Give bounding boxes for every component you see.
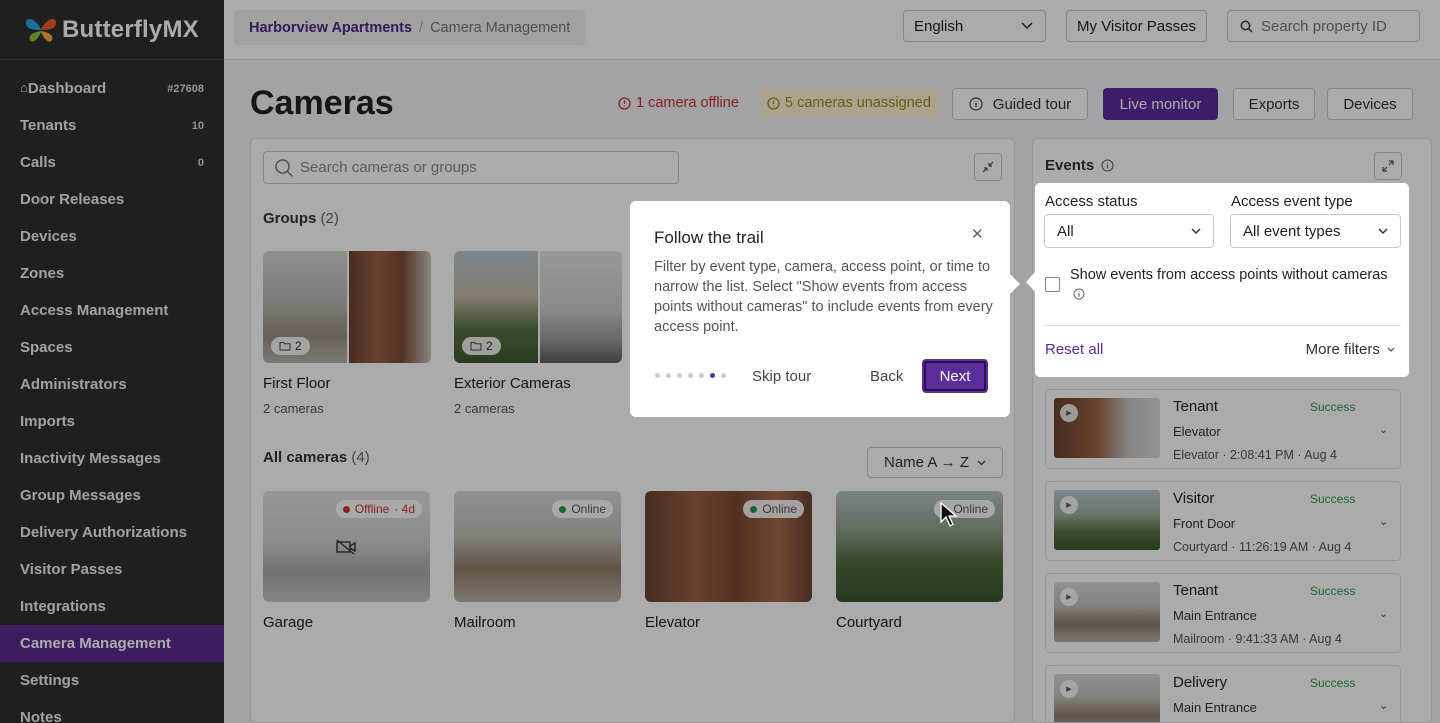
reset-all-link[interactable]: Reset all	[1045, 341, 1103, 358]
chevron-down-icon	[1191, 227, 1201, 234]
tour-popover: Follow the trail ✕ Filter by event type,…	[630, 201, 1020, 417]
tour-body: Filter by event type, camera, access poi…	[654, 259, 993, 335]
tour-step-dot	[699, 373, 704, 378]
access-status-value: All	[1057, 222, 1074, 240]
tour-progress-dots	[655, 373, 726, 378]
tour-step-dot	[677, 373, 682, 378]
tour-step-dot	[710, 373, 715, 378]
popover-arrow	[1026, 271, 1036, 293]
popover-arrow	[1009, 273, 1020, 295]
more-filters-label: More filters	[1305, 341, 1380, 358]
checkbox-label-text: Show events from access points without c…	[1070, 267, 1388, 283]
tour-title: Follow the trail	[654, 228, 764, 247]
access-event-type-select[interactable]: All event types	[1230, 214, 1401, 248]
more-filters-button[interactable]: More filters	[1306, 341, 1395, 358]
back-button[interactable]: Back	[870, 368, 903, 385]
tour-step-dot	[666, 373, 671, 378]
tour-step-dot	[688, 373, 693, 378]
mouse-cursor-icon	[940, 502, 958, 527]
skip-tour-button[interactable]: Skip tour	[752, 368, 811, 385]
show-events-without-cameras-checkbox[interactable]	[1045, 277, 1060, 292]
events-filter-highlight: Access status All Access event type All …	[1026, 183, 1409, 377]
access-event-type-label: Access event type	[1231, 193, 1353, 210]
info-icon[interactable]	[1073, 288, 1085, 300]
tour-step-dot	[655, 373, 660, 378]
access-status-label: Access status	[1045, 193, 1138, 210]
close-icon[interactable]: ✕	[971, 225, 984, 243]
chevron-down-icon	[1378, 227, 1388, 234]
divider	[1045, 325, 1401, 326]
next-button[interactable]: Next	[922, 359, 988, 393]
chevron-down-icon	[1387, 347, 1395, 352]
show-events-without-cameras-label: Show events from access points without c…	[1070, 265, 1400, 305]
access-event-type-value: All event types	[1243, 222, 1341, 240]
tour-step-dot	[721, 373, 726, 378]
access-status-select[interactable]: All	[1044, 214, 1214, 248]
